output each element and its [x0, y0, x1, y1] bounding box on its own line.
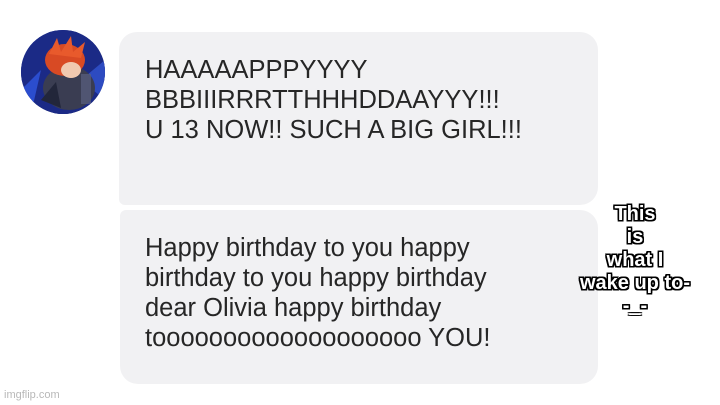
caption-line: -_-: [622, 295, 648, 317]
caption-line: wake up to-: [579, 272, 690, 294]
avatar-picture: [21, 30, 105, 114]
message-bubble-2[interactable]: Happy birthday to you happy birthday to …: [120, 210, 598, 384]
message-line: dear Olivia happy birthday: [145, 294, 442, 322]
caption-line: is: [626, 226, 644, 248]
sender-avatar[interactable]: [21, 30, 105, 114]
caption-line: what I: [606, 249, 664, 271]
message-line: tooooooooooooooooooo YOU!: [145, 324, 491, 352]
message-line: BBBIIIRRRTTHHHDDAAYYY!!!: [145, 86, 500, 114]
message-line: U 13 NOW!! SUCH A BIG GIRL!!!: [145, 116, 522, 144]
caption-line: This: [614, 203, 656, 225]
message-line: birthday to you happy birthday: [145, 264, 487, 292]
message-line: Happy birthday to you happy: [145, 234, 470, 262]
watermark: imgflip.com: [4, 389, 60, 401]
message-line: HAAAAAPPPYYYY: [145, 56, 368, 84]
message-bubble-1[interactable]: HAAAAAPPPYYYY BBBIIIRRRTTHHHDDAAYYY!!! U…: [119, 32, 598, 205]
meme-caption: This is what I wake up to- -_-: [566, 203, 704, 318]
